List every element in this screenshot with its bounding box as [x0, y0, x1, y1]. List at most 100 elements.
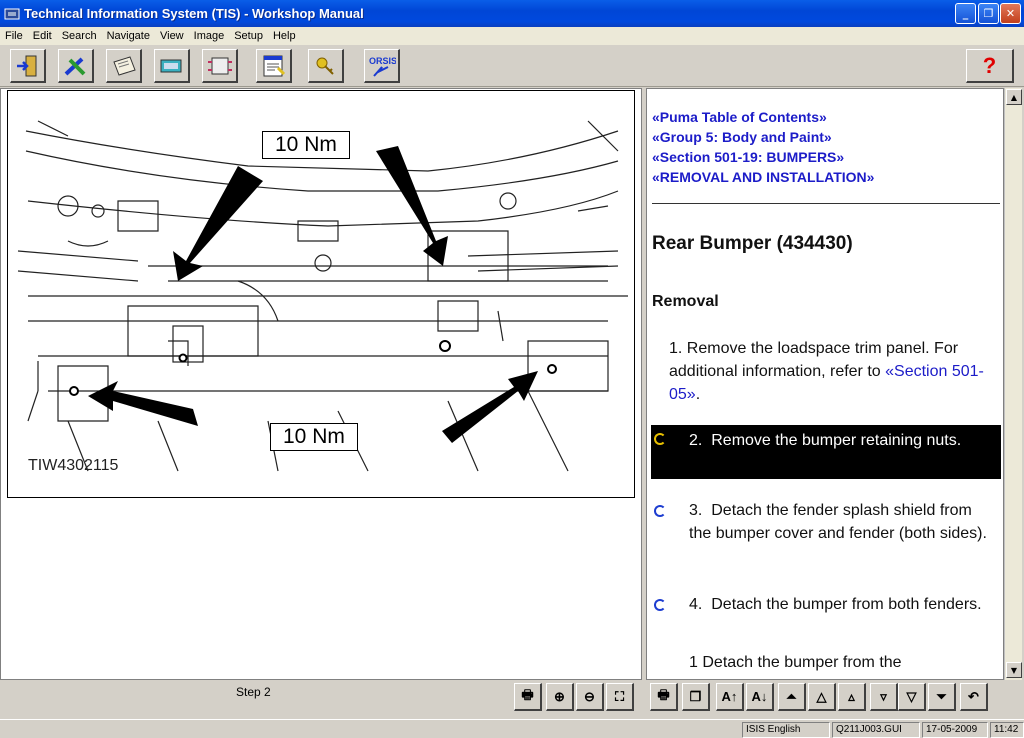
- exit-door-icon: [16, 55, 36, 76]
- step-2[interactable]: 2. Remove the bumper retaining nuts.: [689, 429, 989, 452]
- step-2-bullet-icon: [654, 433, 666, 445]
- scroll-down-button[interactable]: ▼: [1006, 662, 1022, 678]
- breadcrumb-link-toc[interactable]: «Puma Table of Contents»: [652, 109, 827, 125]
- close-button[interactable]: ✕: [1000, 3, 1021, 24]
- torque-label-top: 10 Nm: [262, 131, 350, 159]
- font-larger-button[interactable]: A↑: [716, 683, 744, 711]
- orsis-button[interactable]: ORSIS: [364, 49, 400, 83]
- step-1[interactable]: 1. Remove the loadspace trim panel. For …: [669, 337, 987, 406]
- divider: [652, 203, 1000, 204]
- svg-text:ORSIS: ORSIS: [369, 56, 396, 66]
- section-heading: Removal: [652, 293, 719, 310]
- vertical-scrollbar[interactable]: ▲ ▼: [1004, 88, 1022, 680]
- breadcrumb-link-procedure[interactable]: «REMOVAL AND INSTALLATION»: [652, 169, 874, 185]
- bottom-toolbar: Step 2 🖶 ⊕ ⊖ ⛶ 🖶 ❐ A↑ A↓ ⏶ △ ▵ ▿ ▽ ⏷ ↶: [0, 680, 1024, 719]
- orsis-icon: ORSIS: [369, 56, 396, 77]
- font-smaller-button[interactable]: A↓: [746, 683, 774, 711]
- minimize-icon: _: [962, 7, 969, 20]
- app-icon: [4, 8, 20, 19]
- menu-help[interactable]: Help: [268, 30, 301, 42]
- document-icon: [112, 55, 136, 76]
- vehicle-button[interactable]: [154, 49, 190, 83]
- notes-button[interactable]: [256, 49, 292, 83]
- status-date: 17-05-2009: [922, 722, 988, 738]
- document-button[interactable]: [106, 49, 142, 83]
- small-triangle-down-icon: ▿: [880, 688, 887, 704]
- step-2-number: 2.: [689, 432, 703, 449]
- title-bar[interactable]: Technical Information System (TIS) - Wor…: [0, 0, 1024, 27]
- zoom-in-icon: ⊕: [554, 688, 565, 704]
- menu-view[interactable]: View: [155, 30, 189, 42]
- breadcrumb-link-group[interactable]: «Group 5: Body and Paint»: [652, 129, 832, 145]
- first-step-icon: ⏶: [786, 688, 797, 704]
- back-arrow-icon: ↶: [968, 688, 979, 704]
- key-button[interactable]: [308, 49, 344, 83]
- copy-button[interactable]: ❐: [682, 683, 710, 711]
- scroll-up-button[interactable]: ▲: [1006, 89, 1022, 105]
- application-window: Technical Information System (TIS) - Wor…: [0, 0, 1024, 738]
- zoom-in-button[interactable]: ⊕: [546, 683, 574, 711]
- substep-1-number: 1: [689, 654, 698, 671]
- vehicle-icon: [160, 59, 181, 72]
- fit-image-button[interactable]: ⛶: [606, 683, 634, 711]
- previous-step-button[interactable]: ▵: [838, 683, 866, 711]
- triangle-down-icon: ▽: [906, 688, 917, 704]
- menu-search[interactable]: Search: [57, 30, 102, 42]
- first-step-button[interactable]: ⏶: [778, 683, 806, 711]
- step-2-text: Remove the bumper retaining nuts.: [711, 432, 962, 449]
- print-image-button[interactable]: 🖶: [514, 683, 542, 711]
- substep-1[interactable]: 1 Detach the bumper from the: [689, 651, 989, 674]
- step-1-number: 1.: [669, 340, 683, 357]
- step-4[interactable]: 4. Detach the bumper from both fenders.: [689, 593, 989, 616]
- tools-button[interactable]: [58, 49, 94, 83]
- menu-image[interactable]: Image: [189, 30, 230, 42]
- status-language: ISIS English: [742, 722, 830, 738]
- menu-file[interactable]: File: [0, 30, 28, 42]
- page-title: Rear Bumper (434430): [652, 233, 853, 254]
- breadcrumb-link-section[interactable]: «Section 501-19: BUMPERS»: [652, 149, 844, 165]
- step-3-bullet-icon: [654, 505, 666, 517]
- circuit-button[interactable]: [202, 49, 238, 83]
- printer-icon: 🖶: [657, 686, 670, 702]
- next-step-button[interactable]: ▿: [870, 683, 898, 711]
- help-icon: ?: [982, 52, 997, 78]
- menu-navigate[interactable]: Navigate: [102, 30, 155, 42]
- close-icon: ✕: [1005, 7, 1016, 20]
- step-3-text: Detach the fender splash shield from the…: [689, 502, 987, 542]
- step-4-bullet-icon: [654, 599, 666, 611]
- step-3[interactable]: 3. Detach the fender splash shield from …: [689, 499, 994, 545]
- status-time: 11:42: [990, 722, 1024, 738]
- menu-edit[interactable]: Edit: [28, 30, 57, 42]
- previous-page-button[interactable]: △: [808, 683, 836, 711]
- step-4-number: 4.: [689, 596, 703, 613]
- text-pane: «Puma Table of Contents» «Group 5: Body …: [646, 88, 1004, 680]
- menu-bar: File Edit Search Navigate View Image Set…: [0, 27, 1024, 45]
- exit-button[interactable]: [10, 49, 46, 83]
- status-file: Q211J003.GUI: [832, 722, 920, 738]
- help-button[interactable]: ?: [966, 49, 1014, 83]
- fit-to-window-icon: ⛶: [614, 688, 625, 704]
- status-bar: ISIS English Q211J003.GUI 17-05-2009 11:…: [0, 719, 1024, 738]
- key-icon: [316, 57, 334, 75]
- back-button[interactable]: ↶: [960, 683, 988, 711]
- zoom-out-button[interactable]: ⊖: [576, 683, 604, 711]
- step-4-text: Detach the bumper from both fenders.: [711, 596, 982, 613]
- minimize-button[interactable]: _: [955, 3, 976, 24]
- scroll-up-icon: ▲: [1010, 92, 1018, 102]
- step-1-period: .: [695, 386, 701, 403]
- small-triangle-up-icon: ▵: [848, 688, 855, 704]
- next-page-button[interactable]: ▽: [898, 683, 926, 711]
- zoom-out-icon: ⊖: [584, 688, 595, 704]
- print-text-button[interactable]: 🖶: [650, 683, 678, 711]
- maximize-button[interactable]: ❐: [978, 3, 999, 24]
- menu-setup[interactable]: Setup: [229, 30, 268, 42]
- toolbar: ORSIS ?: [0, 45, 1024, 87]
- last-step-button[interactable]: ⏷: [928, 683, 956, 711]
- font-increase-icon: A↑: [721, 689, 738, 704]
- torque-label-bottom: 10 Nm: [270, 423, 358, 451]
- last-step-icon: ⏷: [936, 688, 947, 704]
- copy-icon: ❐: [689, 688, 702, 704]
- step-3-number: 3.: [689, 502, 703, 519]
- bumper-figure[interactable]: 10 Nm 10 Nm TIW4302115: [7, 90, 635, 498]
- step-indicator: Step 2: [236, 685, 271, 699]
